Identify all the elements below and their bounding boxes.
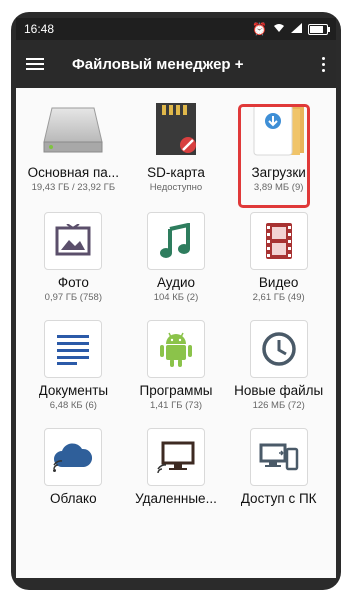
wifi-icon: [273, 23, 285, 35]
tile-subtitle: 104 КБ (2): [153, 292, 199, 303]
tile-documents[interactable]: Документы 6,48 КБ (6): [22, 314, 125, 412]
tile-subtitle: 126 МБ (72): [252, 400, 305, 411]
photo-icon: [44, 212, 103, 270]
tile-subtitle: Недоступно: [149, 182, 203, 193]
tile-new-files[interactable]: Новые файлы 126 МБ (72): [227, 314, 330, 412]
monitor-icon: [146, 428, 205, 486]
clock-icon: [249, 320, 308, 378]
status-time: 16:48: [24, 22, 55, 36]
menu-icon[interactable]: [26, 58, 44, 70]
tile-main-storage[interactable]: Основная па... 19,43 ГБ / 23,92 ГБ: [22, 98, 125, 196]
tile-pc-access[interactable]: Доступ с ПК: [227, 422, 330, 520]
tile-subtitle: 19,43 ГБ / 23,92 ГБ: [31, 182, 116, 193]
tile-programs[interactable]: Программы 1,41 ГБ (73): [125, 314, 228, 412]
app-bar: Файловый менеджер +: [16, 40, 336, 88]
tile-sd-card[interactable]: SD-карта Недоступно: [125, 98, 228, 196]
status-icons: ⏰: [252, 22, 330, 36]
highlight-frame: [238, 104, 310, 208]
tile-label: Фото: [57, 275, 89, 290]
more-options-icon[interactable]: [320, 56, 326, 72]
tile-label: Удаленные...: [135, 491, 217, 506]
tile-label: Новые файлы: [234, 383, 324, 398]
sd-card-icon: [144, 98, 208, 160]
film-icon: [249, 212, 308, 270]
tile-label: Доступ с ПК: [240, 491, 317, 506]
tile-label: Облако: [50, 491, 97, 506]
tile-cloud[interactable]: Облако: [22, 422, 125, 520]
tile-label: Документы: [38, 383, 109, 398]
app-title: Файловый менеджер +: [72, 55, 244, 73]
tile-audio[interactable]: Аудио 104 КБ (2): [125, 206, 228, 304]
tile-label: Видео: [258, 275, 299, 290]
tile-video[interactable]: Видео 2,61 ГБ (49): [227, 206, 330, 304]
tile-subtitle: 1,41 ГБ (73): [149, 400, 203, 411]
tile-photo[interactable]: Фото 0,97 ГБ (758): [22, 206, 125, 304]
document-lines-icon: [44, 320, 103, 378]
tile-subtitle: 0,97 ГБ (758): [44, 292, 102, 303]
tile-label: Программы: [139, 383, 213, 398]
alarm-icon: ⏰: [252, 22, 267, 36]
battery-icon: [308, 23, 330, 35]
status-bar: 16:48 ⏰: [16, 18, 336, 40]
tile-subtitle: 2,61 ГБ (49): [252, 292, 305, 303]
hard-drive-icon: [41, 98, 105, 160]
cloud-icon: [44, 428, 103, 486]
app-screen: 16:48 ⏰ Файловый менеджер + Основная па.…: [16, 18, 336, 578]
tile-label: SD-карта: [147, 165, 205, 180]
tile-subtitle: 6,48 КБ (6): [49, 400, 97, 411]
android-icon: [146, 320, 205, 378]
music-note-icon: [146, 212, 205, 270]
signal-icon: [291, 23, 302, 35]
tile-label: Аудио: [156, 275, 196, 290]
tile-label: Основная па...: [27, 165, 120, 180]
tile-remote[interactable]: Удаленные...: [125, 422, 228, 520]
pc-phone-icon: [249, 428, 308, 486]
